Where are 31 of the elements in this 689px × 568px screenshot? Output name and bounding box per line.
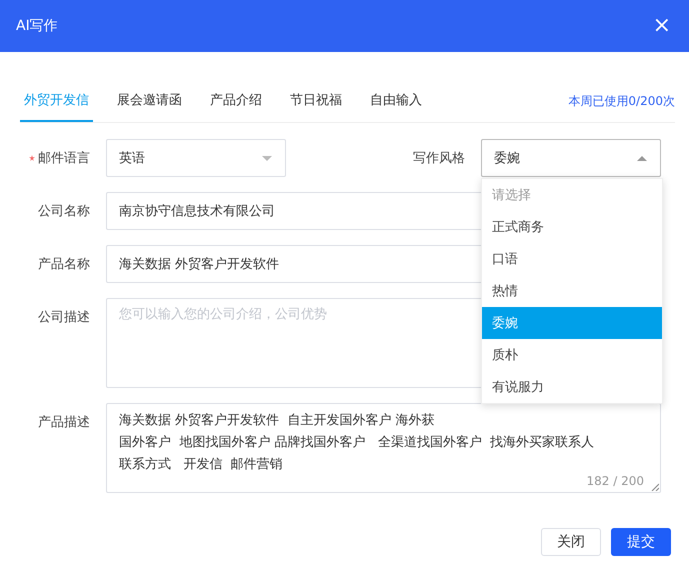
submit-button[interactable]: 提交 [611, 528, 671, 556]
tab[interactable]: 产品介绍 [206, 91, 266, 122]
field-label: 产品名称 [38, 256, 90, 273]
tab[interactable]: 自由输入 [366, 91, 426, 122]
style-select[interactable]: 委婉 [481, 139, 661, 177]
select-value: 委婉 [494, 150, 520, 167]
language-select[interactable]: 英语 [106, 139, 286, 177]
text-line: 联系方式 开发信 邮件营销 [119, 456, 283, 474]
text-line: 海关数据 外贸客户开发软件 自主开发国外客户 海外获 [119, 412, 435, 430]
field-label: 邮件语言 [38, 150, 90, 167]
field-value: 南京协守信息技术有限公司 [119, 203, 275, 220]
required-star-icon [29, 155, 35, 161]
text-line: 国外客户 地图找国外客户 品牌找国外客户 全渠道找国外客户 找海外买家联系人 [119, 434, 594, 452]
dropdown-option[interactable]: 质朴 [482, 339, 662, 371]
close-button[interactable]: 关闭 [541, 528, 601, 556]
field-label: 写作风格 [413, 150, 465, 167]
field-label: 公司名称 [38, 203, 90, 220]
dialog-title: AI写作 [16, 17, 58, 35]
dropdown-option[interactable]: 口语 [482, 243, 662, 275]
placeholder-text: 您可以输入您的公司介绍，公司优势 [119, 306, 327, 323]
tab[interactable]: 展会邀请函 [113, 91, 186, 122]
field-label: 公司描述 [38, 309, 90, 326]
text-area[interactable]: 海关数据 外贸客户开发软件 自主开发国外客户 海外获 国外客户 地图找国外客户 品牌找国外客户 全渠道找国外客户 找海外买家联系人 联系方式 开发信 邮件营销 182 / 200 [106, 403, 661, 493]
field-value: 海关数据 外贸客户开发软件 [119, 256, 280, 273]
close-button[interactable]: × [648, 15, 675, 37]
field-label: 产品描述 [38, 414, 90, 431]
select-value: 英语 [119, 150, 145, 167]
resize-grip-icon[interactable] [651, 483, 659, 491]
tab[interactable]: 节日祝福 [286, 91, 346, 122]
usage-counter: 本周已使用0/200次 [568, 93, 675, 110]
character-counter: 182 / 200 [586, 474, 644, 488]
